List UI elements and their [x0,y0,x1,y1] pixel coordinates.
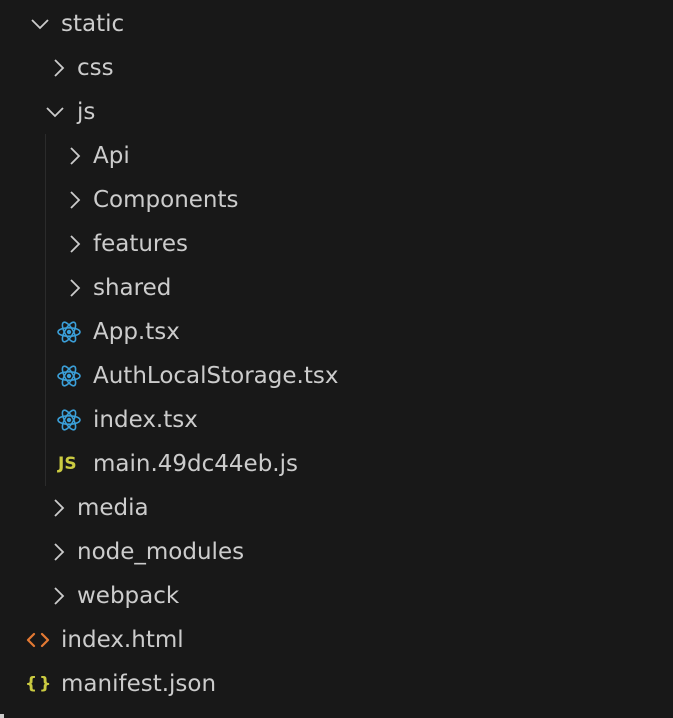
tree-item-components[interactable]: Components [0,178,673,222]
json-icon: {} [25,674,54,694]
tree-item-js[interactable]: js [0,90,673,134]
tree-item-css[interactable]: css [0,46,673,90]
tree-item-manifest-json[interactable]: {} manifest.json [0,662,673,706]
tree-item-label: static [61,11,125,37]
tree-item-label: css [77,55,114,81]
tree-item-label: manifest.json [61,671,217,697]
js-icon: JS [58,454,77,474]
tree-item-label: webpack [77,583,180,609]
indent-guide [45,266,46,310]
chevron-right-icon [48,574,70,618]
tree-item-label: js [77,99,96,125]
indent-guide [45,134,46,178]
tree-item-label: node_modules [77,539,245,565]
chevron-right-icon [64,266,86,310]
chevron-down-icon [44,90,66,134]
chevron-down-icon [29,2,51,46]
indent-guide [45,178,46,222]
tree-item-label: media [77,495,149,521]
chevron-right-icon [64,178,86,222]
react-icon [56,398,82,442]
tree-item-label: App.tsx [93,319,180,345]
tree-item-label: Api [93,143,130,169]
indent-guide [45,442,46,486]
chevron-right-icon [48,486,70,530]
tree-item-label: index.tsx [93,407,198,433]
html-icon [25,618,51,662]
tree-item-node-modules[interactable]: node_modules [0,530,673,574]
tree-item-label: shared [93,275,172,301]
tree-item-label: main.49dc44eb.js [93,451,298,477]
indent-guide [45,222,46,266]
tree-item-label: index.html [61,627,184,653]
file-explorer-tree: static css js Api Components features sh… [0,0,673,718]
panel-edge-marker [0,714,4,718]
indent-guide [45,310,46,354]
chevron-right-icon [64,134,86,178]
tree-item-index-tsx[interactable]: index.tsx [0,398,673,442]
react-icon [56,354,82,398]
tree-item-authlocalstorage-tsx[interactable]: AuthLocalStorage.tsx [0,354,673,398]
tree-item-features[interactable]: features [0,222,673,266]
chevron-right-icon [48,46,70,90]
tree-item-webpack[interactable]: webpack [0,574,673,618]
tree-item-label: Components [93,187,239,213]
tree-item-index-html[interactable]: index.html [0,618,673,662]
tree-item-label: AuthLocalStorage.tsx [93,363,339,389]
tree-item-api[interactable]: Api [0,134,673,178]
indent-guide [45,398,46,442]
react-icon [56,310,82,354]
indent-guide [45,354,46,398]
tree-item-shared[interactable]: shared [0,266,673,310]
tree-item-label: features [93,231,189,257]
chevron-right-icon [64,222,86,266]
tree-item-static[interactable]: static [0,2,673,46]
tree-item-app-tsx[interactable]: App.tsx [0,310,673,354]
chevron-right-icon [48,530,70,574]
tree-item-main-js[interactable]: JS main.49dc44eb.js [0,442,673,486]
tree-item-media[interactable]: media [0,486,673,530]
